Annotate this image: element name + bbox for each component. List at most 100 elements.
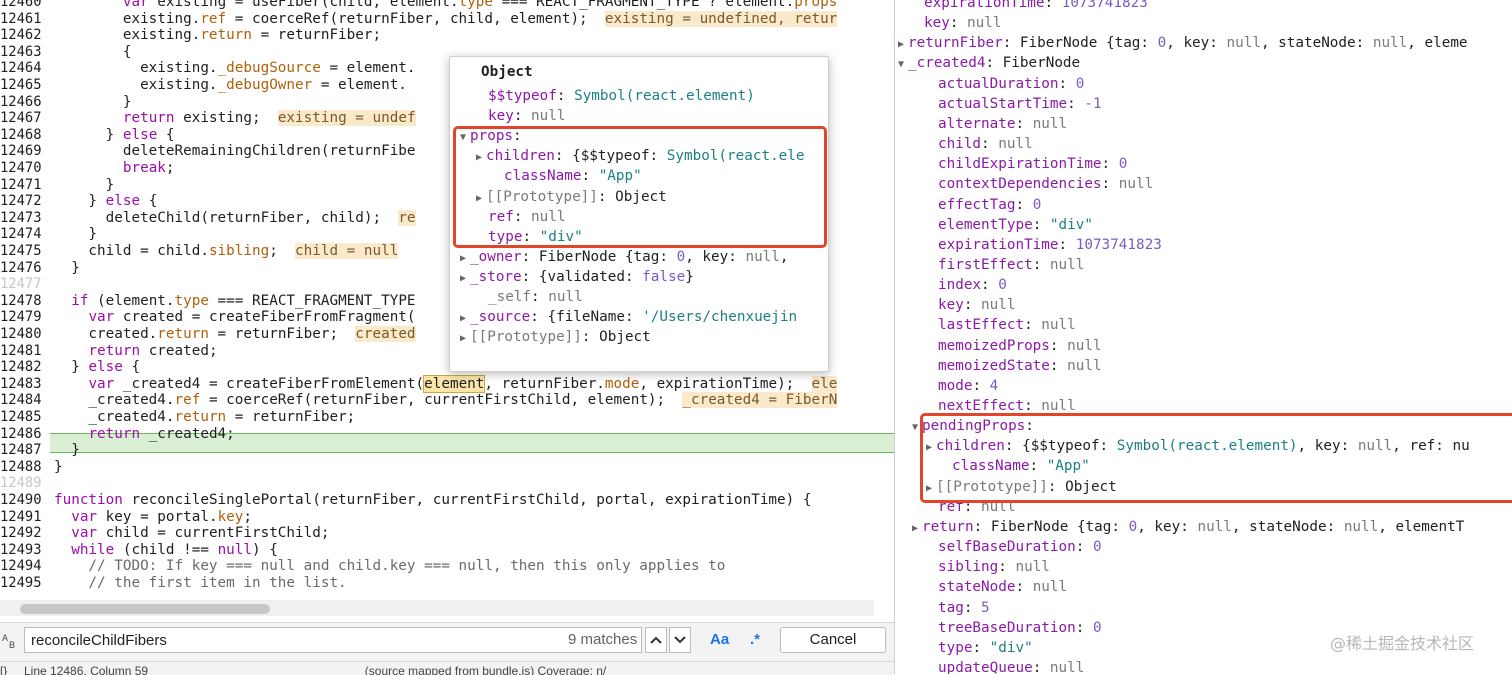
search-input[interactable]: reconcileChildFibers <box>24 627 642 653</box>
line-number[interactable]: 12463 <box>0 44 44 61</box>
line-number-gutter[interactable]: 12460 12461 12462 12463 12464 12465 12466 12467… <box>0 0 44 600</box>
line-number[interactable]: 12480 <box>0 326 44 343</box>
code-line[interactable]: break; <box>54 160 175 177</box>
property-row[interactable]: ▼ _created4: FiberNode <box>898 53 1080 73</box>
line-number[interactable]: 12482 <box>0 359 44 376</box>
line-number[interactable]: 12461 <box>0 11 44 28</box>
line-number[interactable]: 12467 <box>0 110 44 127</box>
code-line[interactable]: } else { <box>54 127 175 144</box>
code-line[interactable]: while (child !== null) { <box>54 542 278 559</box>
code-line[interactable]: return created; <box>54 343 217 360</box>
collapsed-triangle-icon[interactable]: ▶ <box>476 189 486 209</box>
line-number[interactable]: 12474 <box>0 226 44 243</box>
code-line[interactable]: existing.return = returnFiber; <box>54 27 381 44</box>
property-row[interactable]: ▼ props: <box>460 126 522 146</box>
line-number[interactable]: 12472 <box>0 193 44 210</box>
line-number[interactable]: 12481 <box>0 343 44 360</box>
line-number[interactable]: 12495 <box>0 575 44 592</box>
line-number[interactable]: 12479 <box>0 309 44 326</box>
code-line[interactable]: _created4.ref = coerceRef(returnFiber, c… <box>54 392 838 409</box>
code-line[interactable]: existing.ref = coerceRef(returnFiber, ch… <box>54 10 838 28</box>
object-preview-popover[interactable]: Object $$typeof: Symbol(react.element) ke… <box>449 56 829 372</box>
line-number[interactable]: 12460 <box>0 0 44 11</box>
line-number[interactable]: 12470 <box>0 160 44 177</box>
code-line[interactable]: } <box>54 226 97 243</box>
code-line[interactable]: existing._debugOwner = element. <box>54 77 407 94</box>
horizontal-scrollbar-thumb[interactable] <box>20 604 270 614</box>
line-number[interactable]: 12488 <box>0 459 44 476</box>
code-line[interactable]: return _created4; <box>54 426 234 443</box>
regex-toggle[interactable]: .* <box>750 627 760 653</box>
property-row[interactable]: ▶ [[Prototype]]: Object <box>926 477 1117 497</box>
expanded-triangle-icon[interactable]: ▼ <box>460 128 470 148</box>
line-number[interactable]: 12475 <box>0 243 44 260</box>
code-line[interactable]: } else { <box>54 193 157 210</box>
code-line[interactable]: _created4.return = returnFiber; <box>54 409 355 426</box>
line-number[interactable]: 12490 <box>0 492 44 509</box>
line-number[interactable]: 12493 <box>0 542 44 559</box>
line-number[interactable]: 12476 <box>0 260 44 277</box>
code-line[interactable]: } <box>54 459 63 476</box>
line-number[interactable]: 12487 <box>0 442 44 459</box>
line-number[interactable]: 12471 <box>0 177 44 194</box>
property-row[interactable]: ▶ _owner: FiberNode {tag: 0, key: null, <box>460 247 789 267</box>
collapsed-triangle-icon[interactable]: ▶ <box>926 438 936 458</box>
property-row[interactable]: ▶ [[Prototype]]: Object <box>476 187 667 207</box>
property-row[interactable]: ▶ return: FiberNode {tag: 0, key: null, s… <box>912 517 1464 537</box>
code-line[interactable]: var key = portal.key; <box>54 509 252 526</box>
collapsed-triangle-icon[interactable]: ▶ <box>926 479 936 499</box>
line-number[interactable]: 12462 <box>0 27 44 44</box>
collapsed-triangle-icon[interactable]: ▶ <box>460 249 470 269</box>
line-number[interactable]: 12465 <box>0 77 44 94</box>
line-number[interactable]: 12469 <box>0 143 44 160</box>
code-line[interactable]: child = child.sibling; child = null <box>54 243 399 260</box>
line-number[interactable]: 12489 <box>0 475 44 492</box>
code-line[interactable]: function reconcileSinglePortal(returnFib… <box>54 492 811 509</box>
code-token[interactable]: element <box>423 374 486 393</box>
next-match-button[interactable] <box>669 627 691 653</box>
code-line[interactable]: { <box>54 44 132 61</box>
line-number[interactable]: 12491 <box>0 509 44 526</box>
collapsed-triangle-icon[interactable]: ▶ <box>912 519 922 539</box>
line-number[interactable]: 12483 <box>0 376 44 393</box>
property-row[interactable]: ▼ pendingProps: <box>912 416 1034 436</box>
line-number[interactable]: 12464 <box>0 60 44 77</box>
code-line[interactable]: created.return = returnFiber; created <box>54 326 416 343</box>
code-line[interactable]: var existing = useFiber(child, element.t… <box>54 0 837 11</box>
line-number[interactable]: 12477 <box>0 276 44 293</box>
line-number[interactable]: 12468 <box>0 127 44 144</box>
expanded-triangle-icon[interactable]: ▼ <box>898 55 908 75</box>
collapsed-triangle-icon[interactable]: ▶ <box>476 148 486 168</box>
collapsed-triangle-icon[interactable]: ▶ <box>460 309 470 329</box>
code-line[interactable]: } <box>54 260 80 277</box>
collapsed-triangle-icon[interactable]: ▶ <box>460 329 470 349</box>
search-replace-icon[interactable]: AB <box>2 632 20 653</box>
code-line[interactable]: // the first item in the list. <box>54 575 346 592</box>
previous-match-button[interactable] <box>645 627 667 653</box>
collapsed-triangle-icon[interactable]: ▶ <box>898 35 908 55</box>
scope-pane[interactable]: expirationTime: 1073741823 key: null ▶ retu… <box>895 0 1512 674</box>
match-case-toggle[interactable]: Aa <box>710 627 729 653</box>
line-number[interactable]: 12484 <box>0 392 44 409</box>
code-line[interactable]: // TODO: If key === null and child.key =… <box>54 558 725 575</box>
code-line[interactable]: } <box>54 94 132 111</box>
line-number[interactable]: 12473 <box>0 210 44 227</box>
code-line[interactable]: var _created4 = createFiberFromElement(e… <box>54 374 838 393</box>
property-row[interactable]: ▶ _store: {validated: false} <box>460 267 694 287</box>
property-row[interactable]: ▶ children: {$$typeof: Symbol(react.eleme… <box>926 436 1470 456</box>
code-line[interactable]: return existing; existing = undef <box>54 110 416 127</box>
line-number[interactable]: 12478 <box>0 293 44 310</box>
collapsed-triangle-icon[interactable]: ▶ <box>460 269 470 289</box>
cancel-button[interactable]: Cancel <box>780 627 886 653</box>
code-line[interactable]: } <box>54 442 80 459</box>
line-number[interactable]: 12466 <box>0 94 44 111</box>
line-number[interactable]: 12485 <box>0 409 44 426</box>
property-row[interactable]: ▶ [[Prototype]]: Object <box>460 327 651 347</box>
line-number[interactable]: 12486 <box>0 426 44 443</box>
expanded-triangle-icon[interactable]: ▼ <box>912 418 922 438</box>
line-number[interactable]: 12494 <box>0 558 44 575</box>
code-line[interactable]: } <box>54 177 115 194</box>
code-line[interactable]: } else { <box>54 359 140 376</box>
code-line[interactable]: var child = currentFirstChild; <box>54 525 329 542</box>
property-row[interactable]: ▶ returnFiber: FiberNode {tag: 0, key: nu… <box>898 33 1468 53</box>
